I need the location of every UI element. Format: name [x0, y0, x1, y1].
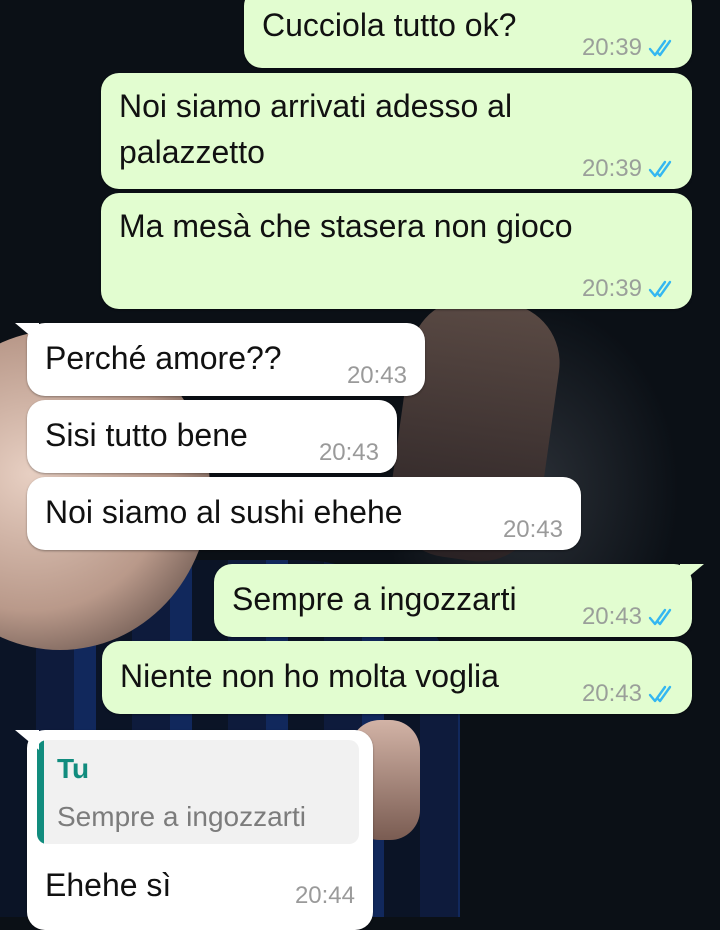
message-bubble-incoming-reply[interactable]: Tu Sempre a ingozzarti Ehehe sì 20:44 [15, 730, 373, 930]
message-bubble-incoming[interactable]: Perché amore?? 20:43 [15, 323, 425, 396]
quote-accent-bar [37, 740, 44, 844]
message-bubble-outgoing[interactable]: Sempre a ingozzarti 20:43 [214, 564, 704, 637]
message-text: Noi siamo arrivati adesso al palazzetto [119, 88, 513, 170]
message-bubble-outgoing[interactable]: Cucciola tutto ok? 20:39 [244, 0, 704, 68]
message-text: Niente non ho molta voglia [120, 658, 499, 694]
message-time: 20:43 [346, 362, 407, 389]
message-meta: 20:43 [347, 362, 407, 390]
message-bubble-incoming[interactable]: Noi siamo al sushi ehehe 20:43 [27, 477, 581, 550]
message-bubble-outgoing[interactable]: Ma mesà che stasera non gioco 20:39 [101, 193, 692, 309]
message-time: 20:39 [581, 275, 642, 302]
message-bubble-outgoing[interactable]: Noi siamo arrivati adesso al palazzetto … [101, 73, 692, 189]
message-meta: 20:39 [582, 155, 676, 183]
message-bubble-incoming[interactable]: Sisi tutto bene 20:43 [27, 400, 397, 473]
double-check-icon [648, 608, 672, 626]
message-text: Perché amore?? [45, 340, 282, 376]
message-meta: 20:43 [582, 680, 676, 708]
message-time: 20:43 [581, 603, 642, 630]
message-time: 20:43 [502, 516, 563, 543]
message-time: 20:39 [581, 155, 642, 182]
message-meta: 20:43 [582, 603, 676, 631]
message-time: 20:43 [318, 439, 379, 466]
double-check-icon [648, 280, 672, 298]
message-meta: 20:43 [319, 439, 379, 467]
message-meta: 20:39 [582, 34, 676, 62]
message-time: 20:44 [294, 882, 355, 909]
quoted-message[interactable]: Tu Sempre a ingozzarti [37, 740, 359, 844]
message-bubble-outgoing[interactable]: Niente non ho molta voglia 20:43 [102, 641, 692, 714]
message-meta: 20:43 [503, 516, 563, 544]
double-check-icon [648, 160, 672, 178]
message-meta: 20:39 [582, 275, 676, 303]
message-text: Sempre a ingozzarti [232, 581, 517, 617]
double-check-icon [648, 685, 672, 703]
message-text: Ma mesà che stasera non gioco [119, 208, 573, 244]
message-text: Noi siamo al sushi ehehe [45, 494, 403, 530]
double-check-icon [648, 39, 672, 57]
message-time: 20:43 [581, 680, 642, 707]
message-time: 20:39 [581, 34, 642, 61]
quoted-author: Tu [57, 753, 90, 784]
message-text: Cucciola tutto ok? [262, 7, 517, 43]
message-text: Ehehe sì [45, 867, 172, 903]
quoted-text: Sempre a ingozzarti [57, 801, 307, 832]
message-text: Sisi tutto bene [45, 417, 248, 453]
message-meta: 20:44 [295, 882, 355, 910]
